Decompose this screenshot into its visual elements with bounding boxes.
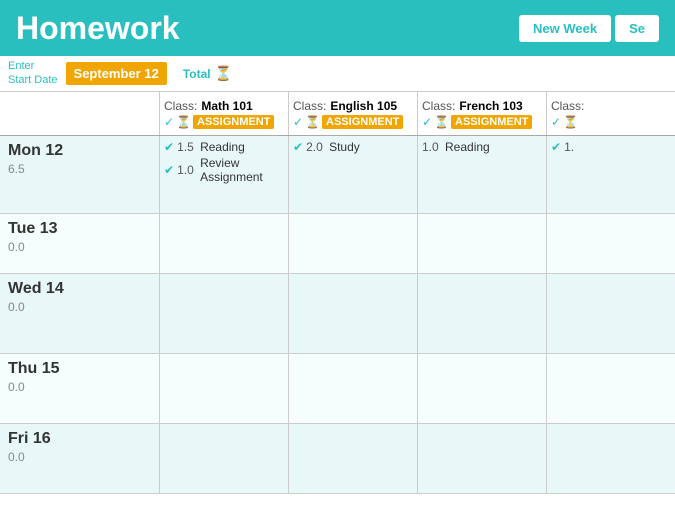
assign-label-english: ASSIGNMENT <box>322 115 403 129</box>
new-week-button[interactable]: New Week <box>519 15 611 42</box>
french103-column-header: Class: French 103 ✓ ⏳ ASSIGNMENT <box>418 92 547 135</box>
class-cell-4-2 <box>418 424 547 493</box>
class-name-english: English 105 <box>330 99 397 113</box>
day-total-4: 0.0 <box>8 450 151 464</box>
assignment-entry: ✔1.5Reading <box>164 140 284 154</box>
class-cell-1-2 <box>418 214 547 273</box>
table-row: Wed 14 0.0 <box>0 274 675 354</box>
start-date-input[interactable]: September 12 <box>66 62 167 85</box>
subheader-bar: EnterStart Date September 12 Total ⏳ <box>0 56 675 92</box>
class-name-french: French 103 <box>459 99 522 113</box>
entry-hours: 1. <box>564 140 584 154</box>
app-title: Homework <box>16 10 180 47</box>
table-row: Fri 16 0.0 <box>0 424 675 494</box>
math101-column-header: Class: Math 101 ✓ ⏳ ASSIGNMENT <box>160 92 289 135</box>
assign-label-french: ASSIGNMENT <box>451 115 532 129</box>
class-cell-1-0 <box>160 214 289 273</box>
class-name-math: Math 101 <box>201 99 252 113</box>
class-cell-0-0: ✔1.5Reading✔1.0Review Assignment <box>160 136 289 213</box>
entry-name: Reading <box>445 140 490 154</box>
secondary-button[interactable]: Se <box>615 15 659 42</box>
total-label: Total <box>183 67 211 81</box>
clock-icon-french: ⏳ <box>434 115 449 129</box>
schedule-table: Mon 126.5✔1.5Reading✔1.0Review Assignmen… <box>0 136 675 494</box>
total-clock-icon: ⏳ <box>215 65 232 82</box>
day-cell-2: Wed 14 0.0 <box>0 274 160 353</box>
entry-hours: 1.0 <box>422 140 442 154</box>
table-row: Mon 126.5✔1.5Reading✔1.0Review Assignmen… <box>0 136 675 214</box>
day-column-header <box>0 92 160 135</box>
day-total-2: 0.0 <box>8 300 151 314</box>
class-label-english: Class: <box>293 99 326 113</box>
class-cell-3-1 <box>289 354 418 423</box>
assignment-entry: ✔1.0Review Assignment <box>164 156 284 184</box>
day-name-2: Wed 14 <box>8 280 151 298</box>
done-check-icon: ✔ <box>551 140 561 154</box>
done-check-icon: ✔ <box>164 140 174 154</box>
day-total-0: 6.5 <box>8 162 151 176</box>
entry-hours: 1.5 <box>177 140 197 154</box>
class-cell-2-3 <box>547 274 675 353</box>
done-check-icon: ✔ <box>164 163 174 177</box>
day-name-1: Tue 13 <box>8 220 151 238</box>
class-cell-4-3 <box>547 424 675 493</box>
class-cell-1-3 <box>547 214 675 273</box>
class-cell-4-0 <box>160 424 289 493</box>
class-cell-2-1 <box>289 274 418 353</box>
assignment-entry: ✔1. <box>551 140 671 154</box>
check-icon-extra: ✓ <box>551 115 561 129</box>
check-icon-french: ✓ <box>422 115 432 129</box>
class-cell-4-1 <box>289 424 418 493</box>
class-cell-2-0 <box>160 274 289 353</box>
clock-icon-math: ⏳ <box>176 115 191 129</box>
assignment-entry: 1.0Reading <box>422 140 542 154</box>
table-row: Tue 13 0.0 <box>0 214 675 274</box>
class-cell-1-1 <box>289 214 418 273</box>
column-headers: Class: Math 101 ✓ ⏳ ASSIGNMENT Class: En… <box>0 92 675 136</box>
app-header: Homework New Week Se <box>0 0 675 56</box>
extra-column-header: Class: ✓ ⏳ <box>547 92 675 135</box>
class-label-math: Class: <box>164 99 197 113</box>
entry-name: Reading <box>200 140 245 154</box>
day-cell-1: Tue 13 0.0 <box>0 214 160 273</box>
day-total-1: 0.0 <box>8 240 151 254</box>
done-check-icon: ✔ <box>293 140 303 154</box>
day-cell-0: Mon 12 6.5 <box>0 136 160 213</box>
entry-hours: 2.0 <box>306 140 326 154</box>
day-name-3: Thu 15 <box>8 360 151 378</box>
class-cell-0-3: ✔1. <box>547 136 675 213</box>
class-cell-3-3 <box>547 354 675 423</box>
day-cell-4: Fri 16 0.0 <box>0 424 160 493</box>
entry-hours: 1.0 <box>177 163 197 177</box>
assignment-entry: ✔2.0Study <box>293 140 413 154</box>
check-icon-math: ✓ <box>164 115 174 129</box>
assign-label-math: ASSIGNMENT <box>193 115 274 129</box>
clock-icon-extra: ⏳ <box>563 115 578 129</box>
class-cell-3-2 <box>418 354 547 423</box>
start-date-label: EnterStart Date <box>8 60 58 86</box>
english105-column-header: Class: English 105 ✓ ⏳ ASSIGNMENT <box>289 92 418 135</box>
class-cell-0-2: 1.0Reading <box>418 136 547 213</box>
class-label-french: Class: <box>422 99 455 113</box>
day-cell-3: Thu 15 0.0 <box>0 354 160 423</box>
class-cell-2-2 <box>418 274 547 353</box>
clock-icon-english: ⏳ <box>305 115 320 129</box>
class-cell-3-0 <box>160 354 289 423</box>
entry-name: Review Assignment <box>200 156 284 184</box>
day-name-0: Mon 12 <box>8 142 151 160</box>
class-cell-0-1: ✔2.0Study <box>289 136 418 213</box>
check-icon-english: ✓ <box>293 115 303 129</box>
header-button-group: New Week Se <box>519 15 659 42</box>
day-total-3: 0.0 <box>8 380 151 394</box>
entry-name: Study <box>329 140 360 154</box>
class-label-extra: Class: <box>551 99 584 113</box>
day-name-4: Fri 16 <box>8 430 151 448</box>
table-row: Thu 15 0.0 <box>0 354 675 424</box>
